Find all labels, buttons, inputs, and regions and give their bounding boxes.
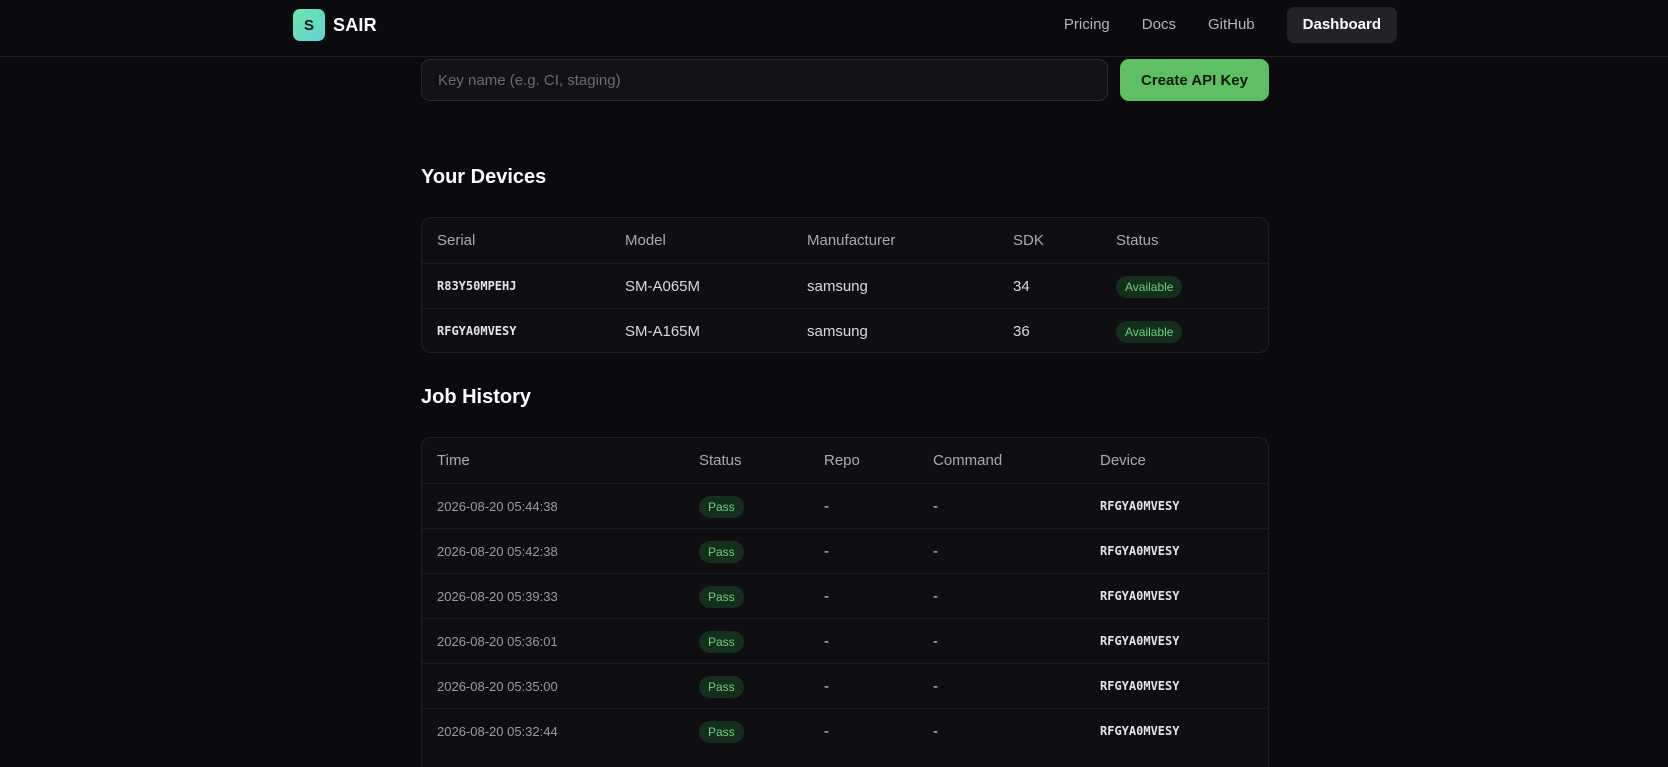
status-badge: Pass [699,496,744,519]
device-serial: RFGYA0MVESY [437,324,517,338]
logo-icon: S [293,9,325,41]
status-cell: Pass [699,709,744,754]
status-cell: Pass [699,529,744,574]
nav-link-pricing[interactable]: Pricing [1064,7,1110,43]
status-badge: Pass [699,721,744,744]
device-model: SM-A165M [625,323,701,340]
status-cell: Pass [699,574,744,619]
status-cell: Pass [699,484,744,529]
table-row[interactable]: 2026-08-20 05:32:44 Pass - - RFGYA0MVESY [422,708,1268,753]
header-serial: Serial [437,232,476,249]
top-navbar: S SAIR Pricing Docs GitHub Dashboard [0,0,1668,57]
header-time: Time [437,452,470,469]
job-command: - [933,498,938,515]
job-time: 2026-08-20 05:35:00 [437,679,558,694]
table-row: R83Y50MPEHJ SM-A065M samsung 34 Availabl… [422,263,1268,308]
devices-table: Serial Model Manufacturer SDK Status R83… [421,217,1269,353]
status-cell: Available [1116,309,1183,352]
job-command: - [933,543,938,560]
job-device: RFGYA0MVESY [1100,724,1180,738]
brand[interactable]: S SAIR [293,9,377,41]
table-row: RFGYA0MVESY SM-A165M samsung 36 Availabl… [422,308,1268,352]
api-key-form: Create API Key [421,59,1269,101]
device-serial: R83Y50MPEHJ [437,279,517,293]
device-manufacturer: samsung [807,323,868,340]
table-row[interactable]: 2026-08-20 05:44:38 Pass - - RFGYA0MVESY [422,483,1268,528]
status-badge: Pass [699,631,744,654]
table-row[interactable]: 2026-08-20 05:36:01 Pass - - RFGYA0MVESY [422,618,1268,663]
dashboard-button[interactable]: Dashboard [1286,7,1397,43]
status-badge: Pass [699,541,744,564]
devices-title: Your Devices [421,166,547,188]
job-repo: - [824,588,829,605]
header-status: Status [699,452,742,469]
device-manufacturer: samsung [807,278,868,295]
header-manufacturer: Manufacturer [807,232,896,249]
job-repo: - [824,543,829,560]
status-cell: Pass [699,664,744,709]
header-model: Model [625,232,666,249]
header-repo: Repo [824,452,860,469]
jobs-title: Job History [421,386,532,408]
status-badge: Available [1116,276,1183,299]
header-device: Device [1100,452,1146,469]
status-badge: Available [1116,321,1183,344]
job-command: - [933,723,938,740]
job-device: RFGYA0MVESY [1100,589,1180,603]
key-name-input[interactable] [421,59,1108,101]
device-sdk: 34 [1013,278,1030,295]
status-cell: Available [1116,264,1183,309]
header-command: Command [933,452,1003,469]
job-time: 2026-08-20 05:44:38 [437,499,558,514]
job-repo: - [824,678,829,695]
header-status: Status [1116,232,1159,249]
nav-link-docs[interactable]: Docs [1142,7,1176,43]
job-device: RFGYA0MVESY [1100,634,1180,648]
job-time: 2026-08-20 05:32:44 [437,724,558,739]
job-command: - [933,633,938,650]
jobs-table-header: Time Status Repo Command Device [422,438,1268,483]
device-model: SM-A065M [625,278,701,295]
devices-table-header: Serial Model Manufacturer SDK Status [422,218,1268,263]
job-repo: - [824,633,829,650]
job-command: - [933,588,938,605]
table-row[interactable]: 2026-08-20 05:35:00 Pass - - RFGYA0MVESY [422,663,1268,708]
create-api-key-button[interactable]: Create API Key [1120,59,1269,101]
jobs-table: Time Status Repo Command Device 2026-08-… [421,437,1269,767]
job-device: RFGYA0MVESY [1100,499,1180,513]
job-time: 2026-08-20 05:39:33 [437,589,558,604]
job-device: RFGYA0MVESY [1100,544,1180,558]
header-sdk: SDK [1013,232,1044,249]
status-badge: Pass [699,586,744,609]
job-time: 2026-08-20 05:36:01 [437,634,558,649]
table-row[interactable]: 2026-08-20 05:39:33 Pass - - RFGYA0MVESY [422,573,1268,618]
device-sdk: 36 [1013,323,1030,340]
job-command: - [933,678,938,695]
status-cell: Pass [699,619,744,664]
nav-links: Pricing Docs GitHub Dashboard [1064,7,1397,43]
job-repo: - [824,498,829,515]
job-repo: - [824,723,829,740]
status-badge: Pass [699,676,744,699]
brand-name: SAIR [333,14,377,35]
nav-link-github[interactable]: GitHub [1208,7,1255,43]
table-row[interactable]: 2026-08-20 05:42:38 Pass - - RFGYA0MVESY [422,528,1268,573]
job-device: RFGYA0MVESY [1100,679,1180,693]
job-time: 2026-08-20 05:42:38 [437,544,558,559]
